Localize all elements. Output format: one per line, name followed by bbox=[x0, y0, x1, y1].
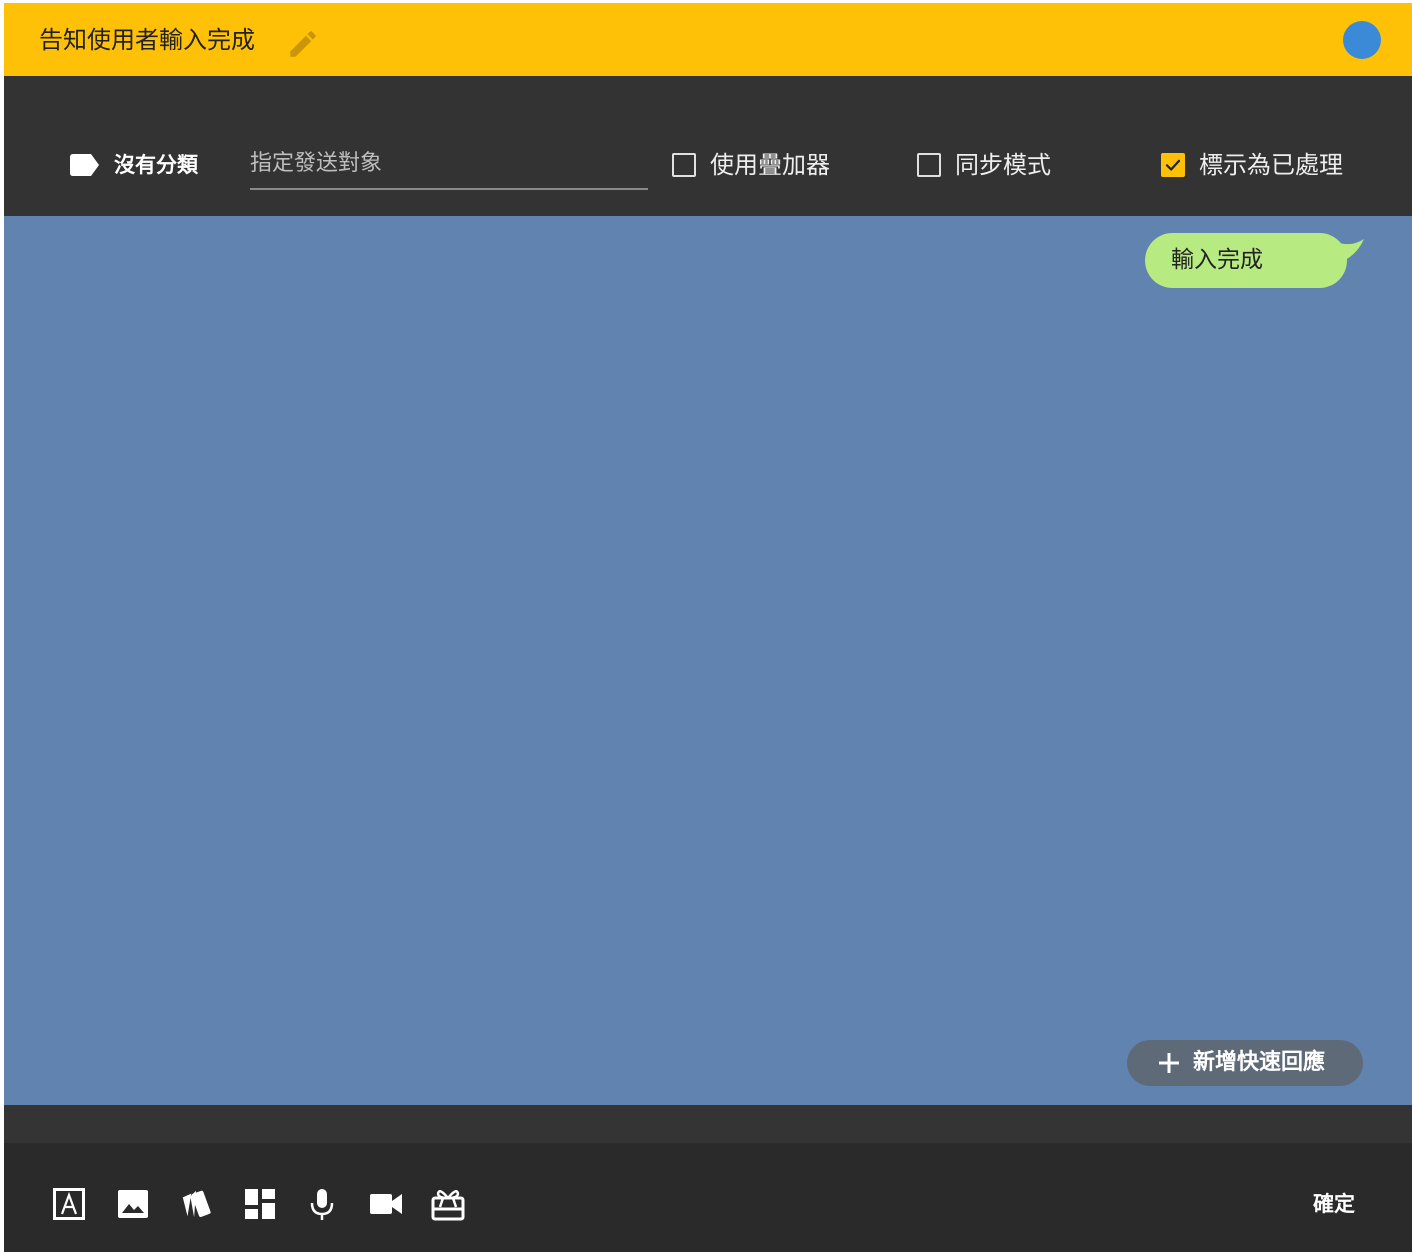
checkbox-box[interactable] bbox=[917, 153, 941, 177]
layout-icon[interactable] bbox=[243, 1187, 277, 1221]
video-icon[interactable] bbox=[369, 1187, 403, 1221]
page-title: 告知使用者輸入完成 bbox=[39, 26, 255, 54]
separator-strip bbox=[4, 1105, 1412, 1143]
message-canvas: 輸入完成 新增快速回應 bbox=[4, 216, 1412, 1105]
target-recipient-input[interactable] bbox=[250, 144, 648, 190]
cards-icon[interactable] bbox=[179, 1187, 213, 1221]
image-icon[interactable] bbox=[116, 1187, 150, 1221]
checkbox-box[interactable] bbox=[672, 153, 696, 177]
overlay-checkbox-label: 使用疊加器 bbox=[710, 151, 830, 179]
confirm-button[interactable]: 確定 bbox=[1294, 1187, 1374, 1221]
mark-processed-checkbox-label: 標示為已處理 bbox=[1199, 151, 1343, 179]
checkbox-box-checked[interactable] bbox=[1161, 153, 1185, 177]
microphone-icon[interactable] bbox=[305, 1187, 339, 1221]
checkmark-icon bbox=[1165, 159, 1181, 171]
status-indicator bbox=[1343, 21, 1381, 59]
plus-icon bbox=[1159, 1053, 1179, 1073]
category-label: 沒有分類 bbox=[114, 153, 198, 177]
message-bubble-text: 輸入完成 bbox=[1171, 247, 1263, 273]
options-bar: 沒有分類 使用疊加器 同步模式 標示為已處理 bbox=[4, 76, 1412, 216]
sync-mode-checkbox-label: 同步模式 bbox=[955, 151, 1051, 179]
add-quick-reply-label: 新增快速回應 bbox=[1193, 1050, 1326, 1075]
title-bar: 告知使用者輸入完成 bbox=[4, 3, 1412, 76]
bottom-toolbar: 確定 bbox=[4, 1143, 1412, 1252]
text-icon[interactable] bbox=[52, 1187, 86, 1221]
message-bubble[interactable]: 輸入完成 bbox=[1145, 233, 1347, 288]
bubble-tail bbox=[1324, 235, 1364, 263]
gift-icon[interactable] bbox=[431, 1187, 465, 1221]
editor-window: 告知使用者輸入完成 沒有分類 使用疊加器 同步模式 bbox=[4, 3, 1412, 1252]
label-tag-icon bbox=[70, 154, 100, 176]
pencil-icon[interactable] bbox=[286, 27, 320, 61]
add-quick-reply-button[interactable]: 新增快速回應 bbox=[1127, 1040, 1363, 1086]
